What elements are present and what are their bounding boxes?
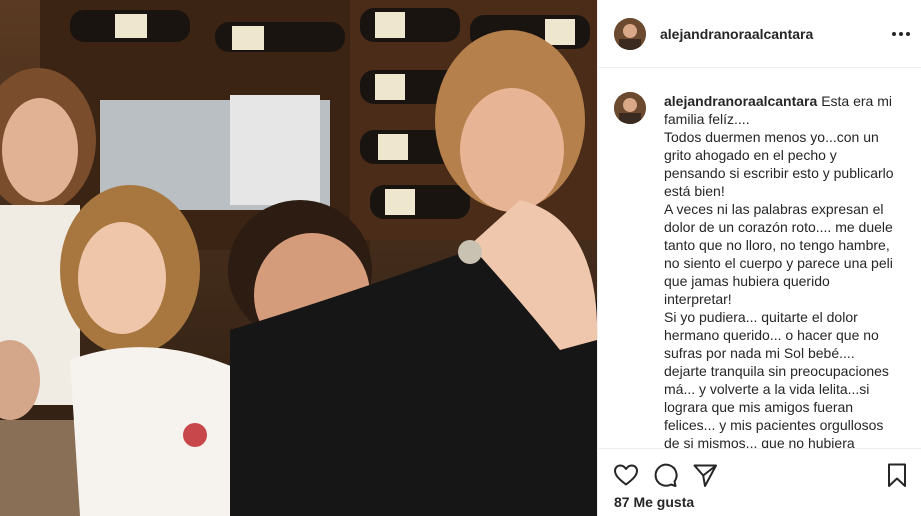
caption-line: no siento el cuerpo y parece una peli — [664, 255, 893, 271]
caption-line: Todos duermen menos yo...con un — [664, 129, 879, 145]
comment-icon[interactable] — [651, 461, 679, 489]
caption-line: grito ahogado en el pecho y — [664, 147, 837, 163]
caption-line: familia felíz.... — [664, 111, 750, 127]
heart-icon[interactable] — [612, 461, 640, 489]
header-username[interactable]: alejandranoraalcantara — [660, 26, 813, 42]
caption-line: dejarte tranquila sin preocupaciones — [664, 363, 889, 379]
bookmark-icon[interactable] — [883, 461, 911, 489]
caption-line: lograra que mis amigos fueran — [664, 399, 854, 415]
caption-row: alejandranoraalcantara Esta era mi famil… — [614, 92, 905, 448]
caption-line: A veces ni las palabras expresan el — [664, 201, 884, 217]
caption-line: interpretar! — [664, 291, 732, 307]
caption-line: má... y volverte a la vida lelita...si — [664, 381, 870, 397]
likes-count[interactable]: 87 Me gusta — [614, 494, 694, 510]
caption-line: hermano querido... o hacer que no — [664, 327, 879, 343]
action-icons — [598, 457, 921, 493]
caption-line: sufras por nada mi Sol bebé.... — [664, 345, 855, 361]
share-icon[interactable] — [691, 461, 719, 489]
caption-line: Esta era mi — [821, 93, 892, 109]
caption-line: tanto que no lloro, no tengo hambre, — [664, 237, 890, 253]
post-header: alejandranoraalcantara — [598, 0, 921, 68]
avatar[interactable] — [614, 17, 646, 50]
caption-line: está bien! — [664, 183, 725, 199]
caption-line: Si yo pudiera... quitarte el dolor — [664, 309, 858, 325]
caption-text: alejandranoraalcantara Esta era mi famil… — [664, 92, 905, 448]
caption-line: pensando si escribir esto y publicarlo — [664, 165, 894, 181]
caption-username[interactable]: alejandranoraalcantara — [664, 93, 817, 109]
more-options-icon[interactable] — [889, 24, 913, 44]
actions-bar: 87 Me gusta — [598, 448, 921, 516]
caption-line: felices... y mis pacientes orgullosos — [664, 417, 884, 433]
caption-line: dolor de un corazón roto.... me duele — [664, 219, 893, 235]
caption-line: de si mismos... que no hubiera — [664, 435, 855, 448]
caption-avatar[interactable] — [614, 92, 646, 124]
caption-line: que jamas hubiera querido — [664, 273, 830, 289]
post-photo[interactable] — [0, 0, 597, 516]
post-side-panel: alejandranoraalcantara alejandranoraalca… — [597, 0, 921, 516]
family-photo-illustration — [0, 0, 597, 516]
caption-area: alejandranoraalcantara Esta era mi famil… — [598, 68, 921, 448]
